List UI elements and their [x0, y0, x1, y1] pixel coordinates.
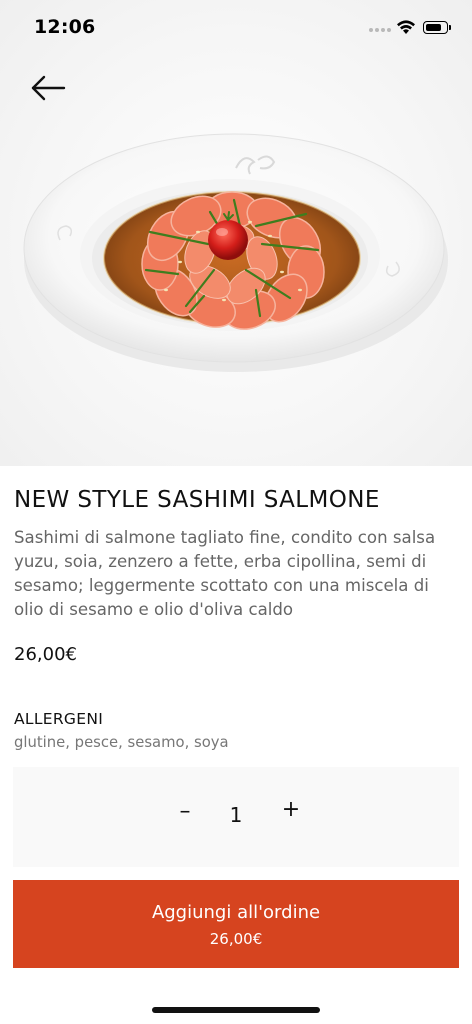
salmon-plate-illustration [23, 133, 448, 372]
add-to-order-button[interactable]: Aggiungi all'ordine 26,00€ [13, 880, 459, 968]
status-time: 12:06 [34, 16, 96, 38]
home-indicator[interactable] [152, 1007, 320, 1013]
product-description: Sashimi di salmone tagliato fine, condit… [14, 528, 436, 619]
battery-icon [423, 21, 451, 34]
back-button[interactable] [26, 70, 70, 106]
cellular-signal-icon [369, 28, 391, 32]
allergens-heading: ALLERGENI [14, 710, 104, 728]
allergens-list: glutine, pesce, sesamo, soya [14, 734, 229, 751]
add-to-order-price: 26,00€ [209, 930, 263, 948]
decrease-quantity-button[interactable]: – [173, 799, 197, 829]
wifi-icon [397, 20, 415, 34]
increase-quantity-button[interactable]: + [279, 797, 303, 827]
quantity-stepper: – 1 + [13, 767, 459, 867]
status-bar: 12:06 [0, 0, 472, 58]
quantity-value: 1 [229, 803, 243, 827]
add-to-order-label: Aggiungi all'ordine [151, 902, 321, 923]
product-price: 26,00€ [14, 644, 77, 665]
arrow-left-icon [31, 75, 66, 101]
product-title: NEW STYLE SASHIMI SALMONE [14, 487, 380, 513]
product-image [0, 0, 472, 466]
